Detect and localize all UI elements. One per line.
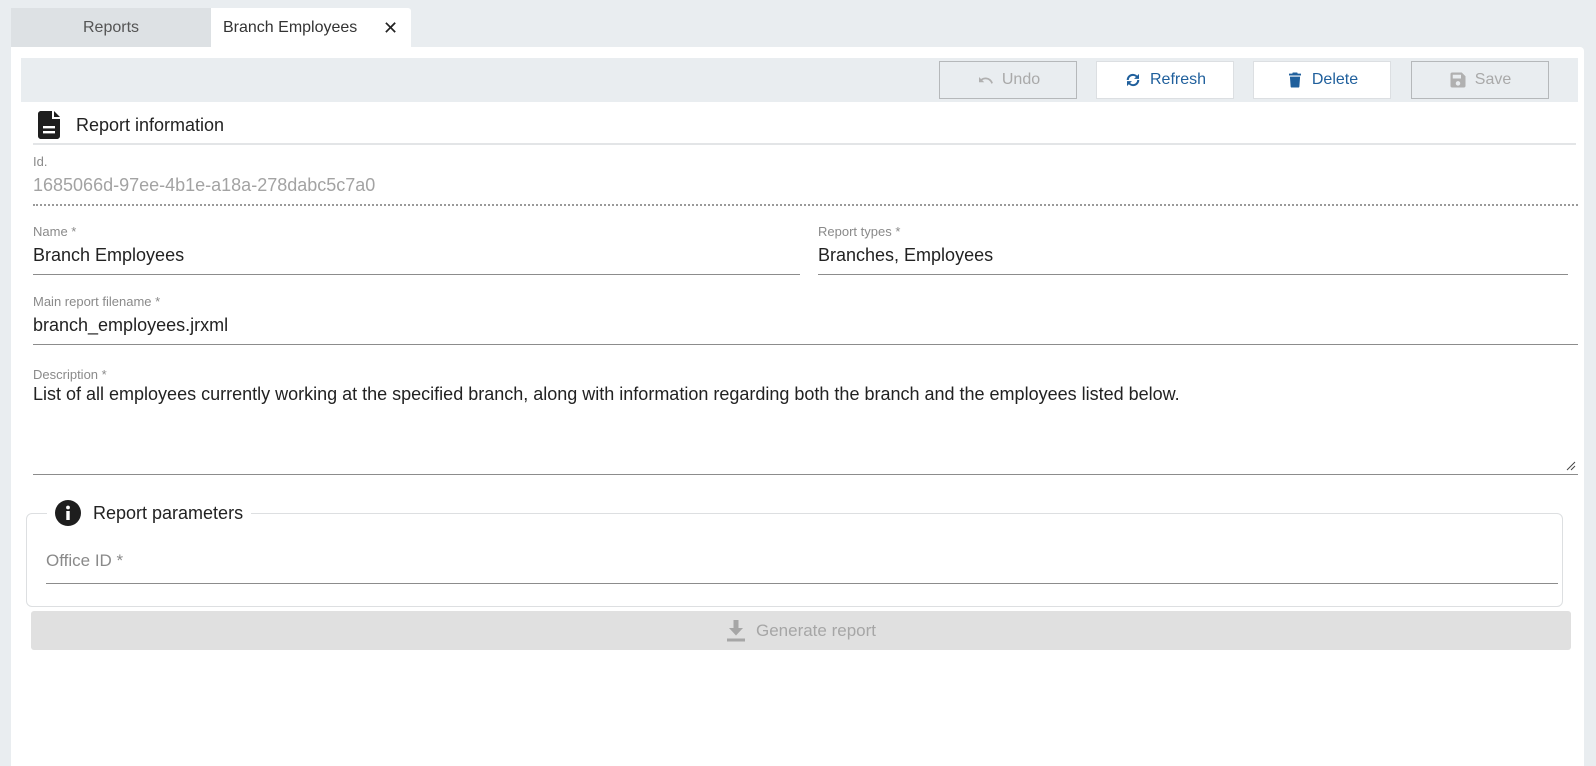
resize-handle-icon[interactable] [1566,461,1576,471]
name-field: Name * Branch Employees [33,224,800,275]
id-value: 1685066d-97ee-4b1e-a18a-278dabc5c7a0 [33,175,1578,206]
tab-label: Branch Employees [223,19,358,36]
section-title: Report information [76,114,225,135]
id-label: Id. [33,154,48,169]
delete-label: Delete [1311,71,1359,88]
office-id-placeholder: Office ID * [46,551,124,570]
tab-branch-employees[interactable]: Branch Employees ✕ [211,8,411,48]
id-field: Id. 1685066d-97ee-4b1e-a18a-278dabc5c7a0 [33,154,1578,206]
file-document-icon [38,111,60,139]
generate-report-label: Generate report [755,620,876,640]
name-label: Name * [33,224,77,239]
tab-reports[interactable]: Reports [11,8,211,48]
refresh-button[interactable]: Refresh [1096,61,1234,99]
undo-icon [978,77,993,84]
generate-report-button[interactable]: Generate report [31,611,1571,650]
undo-button[interactable]: Undo [939,61,1077,99]
download-icon [726,619,745,641]
info-circle-icon [55,500,81,526]
report-types-select[interactable]: Branches, Employees [818,245,1568,275]
report-types-field: Report types * Branches, Employees [818,224,1568,275]
description-value: List of all employees currently working … [33,384,1180,404]
refresh-label: Refresh [1149,71,1207,88]
delete-button[interactable]: Delete [1253,61,1391,99]
floppy-disk-icon [1450,72,1466,88]
report-parameters-fieldset: Report parameters Office ID * [26,498,1563,607]
trash-icon [1288,72,1301,88]
main-filename-input[interactable]: branch_employees.jrxml [33,315,1578,345]
undo-label: Undo [1001,71,1041,88]
close-icon[interactable]: ✕ [383,19,398,37]
report-panel: Undo Refresh Delete Save Report informat… [11,47,1584,766]
office-id-input[interactable]: Office ID * [46,551,1558,584]
toolbar: Undo Refresh Delete Save [21,58,1578,102]
save-label: Save [1474,71,1512,88]
tab-bar: Reports Branch Employees ✕ [11,8,411,48]
report-types-label: Report types * [818,224,901,239]
report-parameters-legend: Report parameters [47,498,252,528]
refresh-icon [1126,73,1140,87]
report-information-header: Report information [33,107,1576,145]
main-filename-label: Main report filename * [33,294,161,309]
save-button[interactable]: Save [1411,61,1549,99]
tab-label: Reports [82,19,140,36]
description-textarea[interactable]: Description * List of all employees curr… [33,367,1578,475]
section-title: Report parameters [93,502,244,523]
name-input[interactable]: Branch Employees [33,245,800,275]
main-filename-field: Main report filename * branch_employees.… [33,294,1578,345]
description-label: Description * [33,367,107,382]
